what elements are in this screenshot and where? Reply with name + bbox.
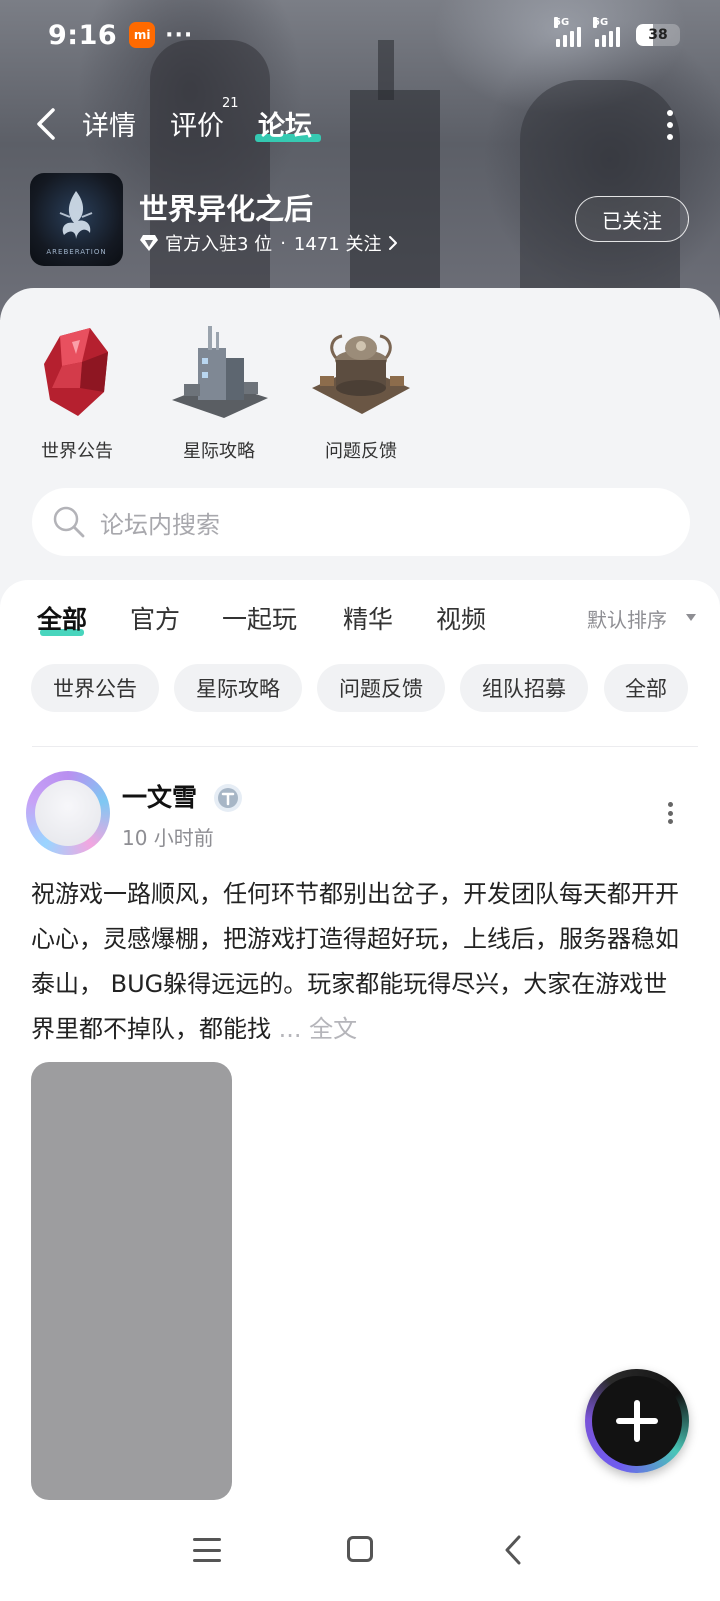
battery-level: 38 — [648, 27, 668, 43]
game-meta[interactable]: 官方入驻3 位 · 1471 关注 — [139, 230, 399, 256]
machine-base-icon — [312, 334, 410, 414]
system-back-icon[interactable] — [503, 1534, 523, 1566]
filter-chip[interactable]: 全部 — [604, 664, 688, 712]
level-badge-icon — [214, 784, 242, 812]
signal-icon: 5G — [554, 17, 581, 47]
tab-reviews[interactable]: 评价 — [170, 104, 224, 143]
signal-icon: 5G — [593, 17, 620, 47]
divider — [32, 746, 698, 747]
feed-tab-official[interactable]: 官方 — [130, 600, 180, 636]
game-logo-text: AREBERATION — [46, 248, 107, 256]
tab-forum[interactable]: 论坛 — [258, 104, 312, 143]
feed-tab-all[interactable]: 全部 — [37, 600, 87, 636]
search-placeholder: 论坛内搜索 — [100, 510, 220, 539]
category-world-announcement[interactable]: 世界公告 — [22, 318, 132, 463]
post-image[interactable] — [31, 1062, 232, 1500]
filter-chip[interactable]: 组队招募 — [460, 664, 588, 712]
search-icon — [53, 506, 85, 538]
category-label: 星际攻略 — [183, 441, 255, 462]
reviews-count-badge: 21 — [222, 96, 239, 111]
avatar[interactable] — [26, 771, 110, 855]
recent-apps-icon[interactable] — [193, 1538, 221, 1562]
caret-down-icon — [686, 614, 696, 621]
sort-dropdown[interactable]: 默认排序 — [587, 604, 667, 633]
post-body[interactable]: 祝游戏一路顺风，任何环节都别出岔子，开发团队每天都开开心心，灵感爆棚，把游戏打造… — [31, 872, 691, 1052]
feed-tab-featured[interactable]: 精华 — [343, 600, 393, 636]
battery-icon: 38 — [636, 24, 680, 46]
category-label: 问题反馈 — [325, 441, 397, 462]
post-ellipsis: ... — [278, 1015, 302, 1043]
official-rank: 官方入驻3 位 — [165, 234, 273, 255]
post-time: 10 小时前 — [122, 826, 214, 850]
search-bar[interactable]: 论坛内搜索 — [32, 488, 690, 556]
post-author[interactable]: 一文雪 — [122, 778, 197, 814]
post-more-icon[interactable] — [666, 802, 674, 824]
filter-chip[interactable]: 问题反馈 — [317, 664, 445, 712]
feed-tab-play-together[interactable]: 一起玩 — [222, 600, 297, 636]
diamond-icon — [140, 235, 158, 251]
filter-chip[interactable]: 星际攻略 — [174, 664, 302, 712]
filter-chip[interactable]: 世界公告 — [31, 664, 159, 712]
read-more-link[interactable]: 全文 — [309, 1015, 357, 1043]
meta-separator: · — [280, 232, 286, 254]
red-crystal-icon — [44, 328, 108, 416]
more-options-icon[interactable] — [665, 110, 675, 140]
follow-button[interactable]: 已关注 — [575, 196, 689, 242]
category-interstellar-guide[interactable]: 星际攻略 — [164, 318, 274, 463]
game-logo[interactable]: AREBERATION — [30, 173, 123, 266]
plus-icon — [616, 1400, 658, 1442]
top-nav: 详情 评价 21 论坛 — [0, 92, 720, 152]
back-arrow-icon[interactable] — [32, 106, 62, 142]
mi-notification-icon: mi — [129, 22, 156, 48]
category-label: 世界公告 — [41, 441, 113, 462]
followers-count: 1471 关注 — [293, 234, 382, 255]
category-feedback[interactable]: 问题反馈 — [306, 318, 416, 463]
tab-details[interactable]: 详情 — [82, 104, 136, 143]
home-icon[interactable] — [347, 1536, 373, 1562]
game-title: 世界异化之后 — [139, 192, 314, 226]
status-time: 9:16 — [48, 19, 118, 51]
chevron-right-icon — [389, 236, 398, 250]
status-bar: 9:16 mi ··· 5G 5G 38 — [0, 0, 720, 70]
feed-tab-video[interactable]: 视频 — [436, 600, 486, 636]
status-more-icon: ··· — [165, 22, 194, 48]
create-post-button[interactable] — [585, 1369, 689, 1473]
system-nav-bar — [0, 1500, 720, 1601]
tower-building-icon — [172, 326, 268, 418]
